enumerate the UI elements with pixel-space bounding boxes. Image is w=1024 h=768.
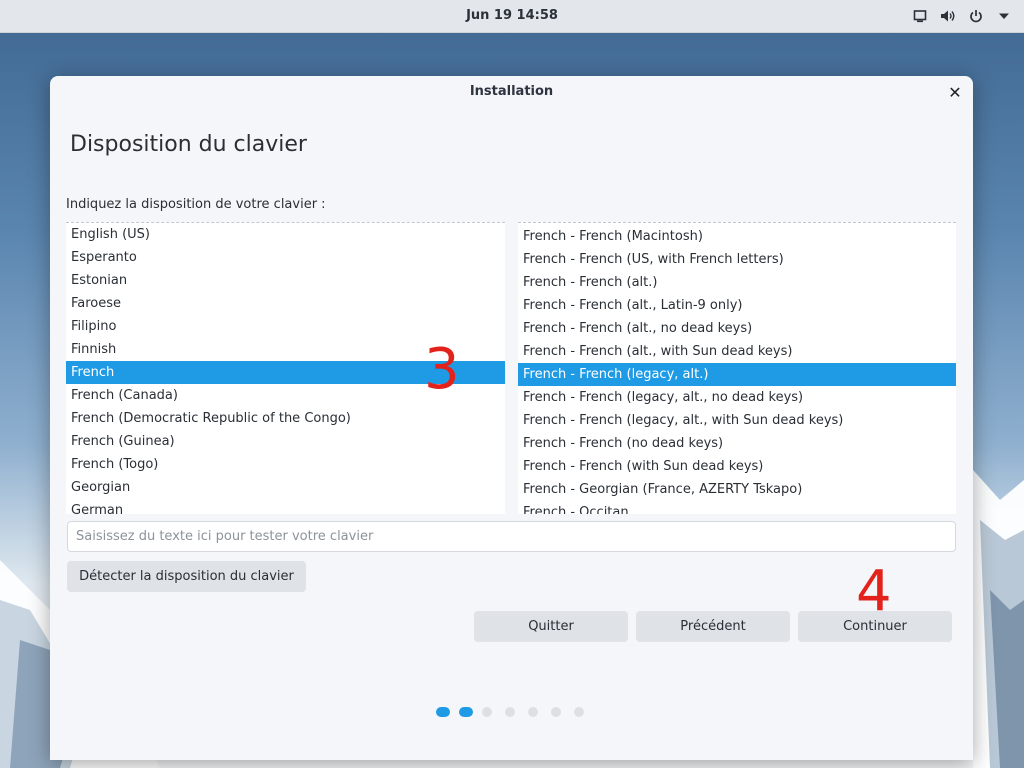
annotation-step-3: 3	[424, 337, 460, 402]
layout-prompt: Indiquez la disposition de votre clavier…	[66, 197, 326, 212]
installer-window: Installation ✕ Disposition du clavier In…	[50, 76, 973, 760]
keyboard-test-input[interactable]	[67, 521, 956, 552]
previous-button[interactable]: Précédent	[636, 611, 790, 642]
variant-list-item[interactable]: French - French (Macintosh)	[518, 225, 956, 248]
progress-dot	[436, 707, 450, 717]
language-list-item[interactable]: English (US)	[66, 223, 505, 246]
progress-dot	[482, 707, 492, 717]
screen-icon[interactable]	[910, 6, 930, 26]
variant-list-item[interactable]: French - French (legacy, alt., no dead k…	[518, 386, 956, 409]
language-list-item[interactable]: Estonian	[66, 269, 505, 292]
variant-list[interactable]: French - French (Macintosh) French - Fren…	[518, 222, 956, 514]
language-list-item[interactable]: Georgian	[66, 476, 505, 499]
variant-list-item[interactable]: French - French (alt., no dead keys)	[518, 317, 956, 340]
volume-icon[interactable]	[938, 6, 958, 26]
language-list-item[interactable]: Esperanto	[66, 246, 505, 269]
variant-list-item[interactable]: French - French (with Sun dead keys)	[518, 455, 956, 478]
variant-list-item[interactable]: French - French (legacy, alt., with Sun …	[518, 409, 956, 432]
clock[interactable]: Jun 19 14:58	[0, 0, 1024, 32]
system-tray[interactable]	[902, 6, 1014, 26]
window-title: Installation	[469, 84, 554, 99]
variant-list-item[interactable]: French - French (alt.)	[518, 271, 956, 294]
progress-dot	[528, 707, 538, 717]
progress-dot	[574, 707, 584, 717]
variant-list-item[interactable]: French - Occitan	[518, 501, 956, 514]
language-list-item[interactable]: Faroese	[66, 292, 505, 315]
language-list-item[interactable]: French (Democratic Republic of the Congo…	[66, 407, 505, 430]
language-list-item[interactable]: French (Togo)	[66, 453, 505, 476]
annotation-step-4: 4	[856, 559, 892, 624]
variant-list-item[interactable]: French - Georgian (France, AZERTY Tskapo…	[518, 478, 956, 501]
progress-dot	[505, 707, 515, 717]
close-icon[interactable]: ✕	[947, 85, 963, 101]
language-list-item[interactable]: Filipino	[66, 315, 505, 338]
variant-list-item[interactable]: French - French (alt., Latin-9 only)	[518, 294, 956, 317]
variant-list-item[interactable]: French - French (no dead keys)	[518, 432, 956, 455]
top-bar: Jun 19 14:58	[0, 0, 1024, 33]
variant-list-item[interactable]: French - French (US, with French letters…	[518, 248, 956, 271]
detect-layout-button[interactable]: Détecter la disposition du clavier	[67, 561, 306, 592]
variant-list-item[interactable]: French - French (alt., with Sun dead key…	[518, 340, 956, 363]
progress-dot	[551, 707, 561, 717]
page-title: Disposition du clavier	[70, 132, 307, 157]
language-list-item[interactable]: French (Guinea)	[66, 430, 505, 453]
quit-button[interactable]: Quitter	[474, 611, 628, 642]
power-icon[interactable]	[966, 6, 986, 26]
chevron-down-icon[interactable]	[994, 6, 1014, 26]
variant-list-item[interactable]: French - French (legacy, alt.)	[518, 363, 956, 386]
language-list-item[interactable]: German	[66, 499, 505, 514]
progress-dot	[459, 707, 473, 717]
progress-dots	[436, 707, 597, 717]
